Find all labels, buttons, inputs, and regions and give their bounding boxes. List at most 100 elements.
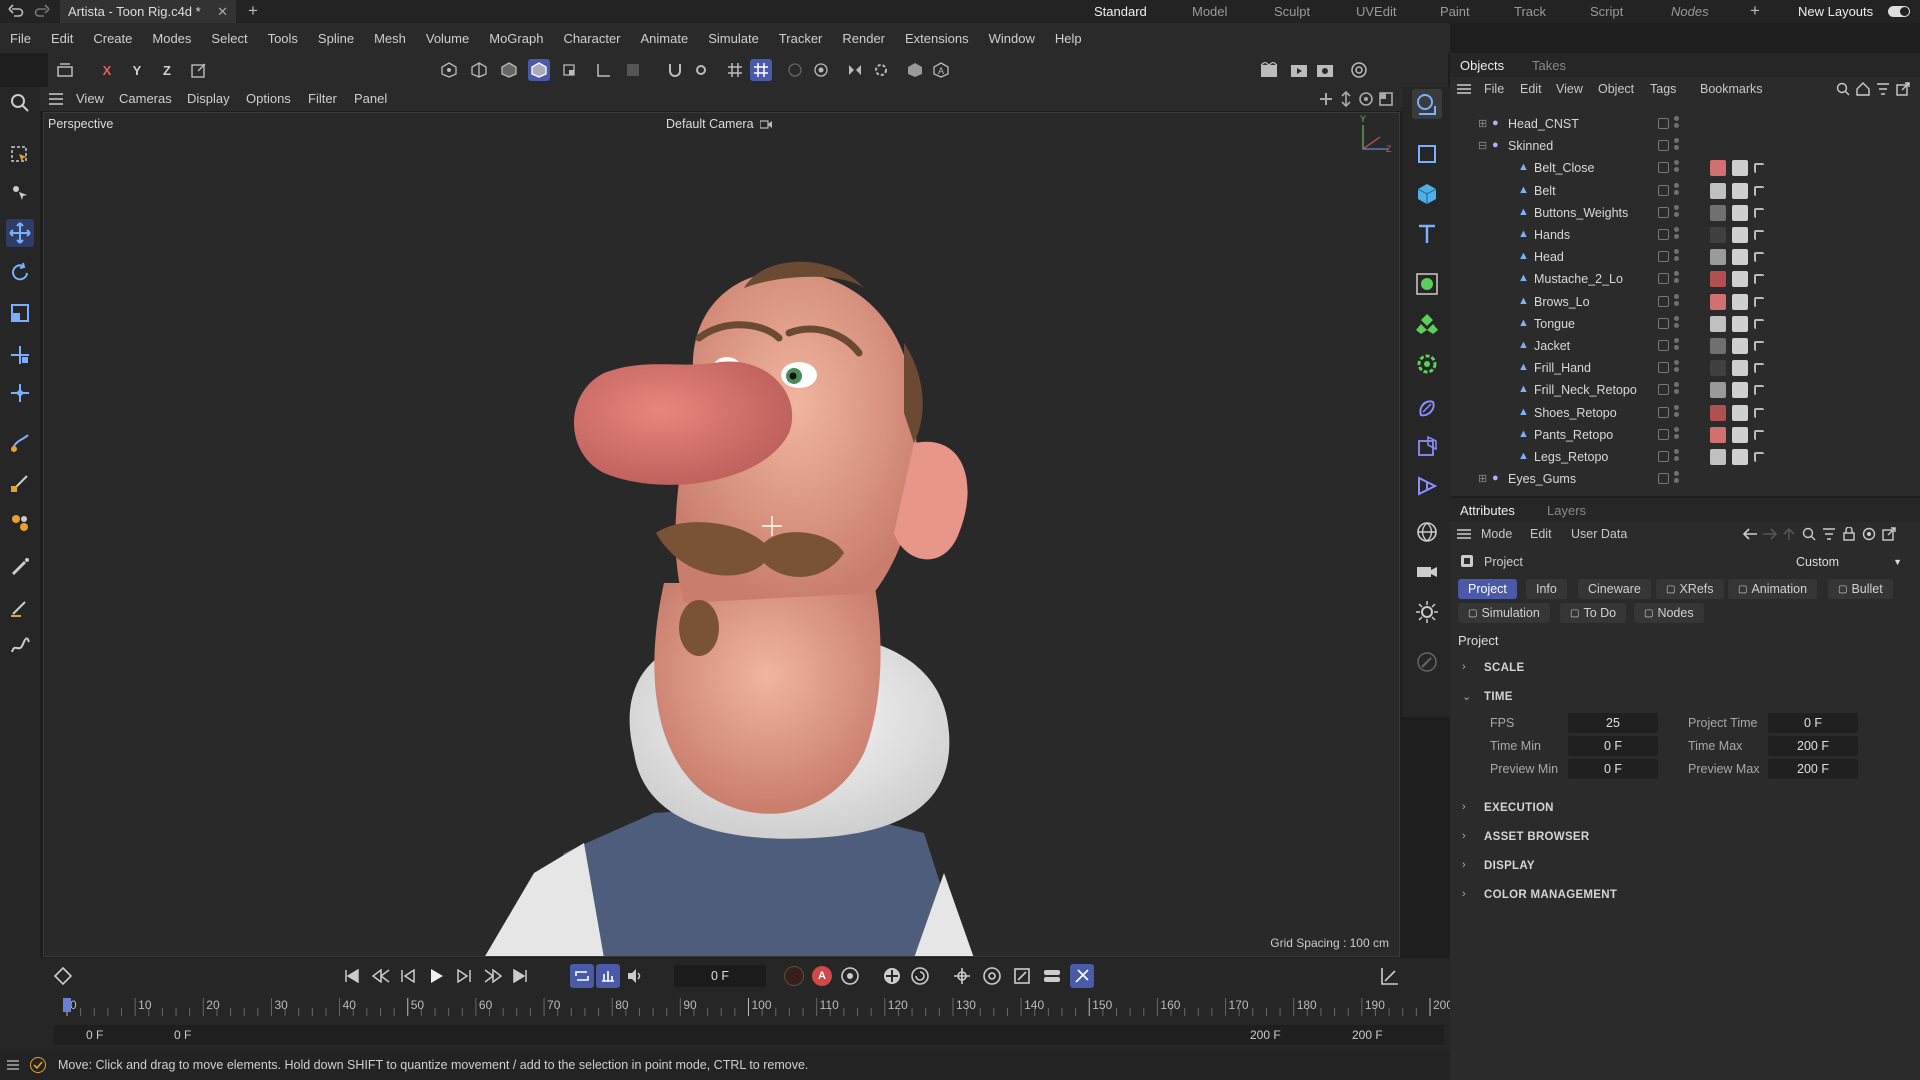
visibility-checkbox[interactable] [1658,229,1669,240]
range-start[interactable]: 0 F [86,1028,103,1042]
material-tag-icon[interactable] [1710,271,1726,288]
preview-max-field[interactable]: 200 F [1768,759,1858,779]
visibility-checkbox[interactable] [1658,162,1669,174]
snap-icon[interactable] [664,59,686,81]
skin-tag-icon[interactable] [1754,185,1764,196]
uv-tag-icon[interactable] [1732,271,1748,288]
go-to-end-icon[interactable] [512,969,540,983]
hamburger-icon[interactable] [48,92,64,106]
viewport-settings-icon[interactable] [810,59,832,81]
tab-objects[interactable]: Objects [1460,58,1504,73]
new-layouts-button[interactable]: New Layouts [1798,4,1873,19]
menu-mograph[interactable]: MoGraph [489,31,543,46]
menu-file[interactable]: File [10,31,31,46]
render-visibility-dots[interactable] [1674,471,1679,487]
render-visibility-dots[interactable] [1674,360,1679,376]
a-tool-icon[interactable]: A [930,59,952,81]
attr-tab-project[interactable]: Project [1458,579,1517,599]
selection-tool-icon[interactable] [6,141,34,169]
layout-uvedit[interactable]: UVEdit [1356,4,1396,19]
lock-icon[interactable] [1842,527,1856,541]
menu-tools[interactable]: Tools [268,31,298,46]
toggle-switch[interactable] [1888,6,1910,17]
scene-object-icon[interactable] [1412,431,1442,461]
object-row[interactable]: ▲ Jacket [1450,335,1920,357]
skin-tag-icon[interactable] [1754,363,1764,374]
volume-object-icon[interactable] [1412,471,1442,501]
material-tag-icon[interactable] [1710,338,1726,354]
menu-edit[interactable]: Edit [51,31,73,46]
knife-tool-icon[interactable] [6,593,34,621]
viewport[interactable]: Perspective Default Camera Y Z Grid Spac… [43,112,1400,957]
visibility-checkbox[interactable] [1658,406,1669,418]
attributes-filter-icon[interactable] [1822,527,1836,541]
undo-view-icon[interactable] [54,59,76,81]
range-end[interactable]: 200 F [1352,1028,1383,1042]
preset-dropdown[interactable]: Custom ▼ [1790,552,1908,572]
visibility-checkbox[interactable] [1658,317,1669,329]
maximize-view-icon[interactable] [1378,91,1394,107]
visibility-checkbox[interactable] [1658,251,1669,263]
layout-model[interactable]: Model [1192,4,1227,19]
record-icon[interactable] [784,966,804,986]
object-row[interactable]: ▲ Legs_Retopo [1450,446,1920,468]
keyframe-diamond-icon[interactable] [54,967,72,985]
render-visibility-dots[interactable] [1674,227,1679,243]
brush-tool-icon[interactable] [6,553,34,581]
points-mode-icon[interactable] [438,59,460,81]
menu-animate[interactable]: Animate [641,31,689,46]
orbit-view-icon[interactable] [1358,91,1374,107]
attr-tab-xrefs[interactable]: ▢ XRefs [1656,579,1724,599]
material-tag-icon[interactable] [1710,360,1726,377]
attributes-menu-edit[interactable]: Edit [1530,527,1552,541]
skin-tag-icon[interactable] [1754,252,1764,263]
paint-tool-icon[interactable] [6,509,34,537]
effector-icon[interactable] [1412,349,1442,379]
new-tab-icon[interactable]: + [248,1,258,21]
go-to-start-icon[interactable] [344,969,372,983]
section-scale[interactable]: › SCALE [1450,658,1920,678]
uv-tag-icon[interactable] [1732,449,1748,465]
layout-script[interactable]: Script [1590,4,1623,19]
up-arrow-icon[interactable] [1782,527,1796,541]
range-bar[interactable]: 0 F 0 F 200 F 200 F [54,1025,1444,1045]
object-row[interactable]: ⊟ ● Skinned [1450,135,1920,157]
layout-sculpt[interactable]: Sculpt [1274,4,1310,19]
skin-tag-icon[interactable] [1754,341,1764,351]
menu-select[interactable]: Select [211,31,247,46]
key-toggle-icon[interactable] [1042,966,1062,986]
camera-rig-icon[interactable] [1412,557,1442,587]
next-key-icon[interactable] [484,969,512,983]
status-menu-icon[interactable] [6,1059,20,1071]
attributes-new-window-icon[interactable] [1882,527,1896,541]
previous-key-icon[interactable] [372,969,400,983]
visibility-checkbox[interactable] [1658,428,1669,440]
visibility-checkbox[interactable] [1658,273,1669,285]
object-row[interactable]: ▲ Head [1450,246,1920,268]
coordinate-system-icon[interactable] [188,59,210,81]
mograph-cloner-icon[interactable] [1412,309,1442,339]
attr-tab-nodes[interactable]: ▢ Nodes [1634,603,1704,623]
objects-new-window-icon[interactable] [1896,82,1910,96]
edges-mode-icon[interactable] [468,59,490,81]
render-settings-icon[interactable] [1314,59,1336,81]
attributes-search-icon[interactable] [1802,527,1816,541]
key-param-icon[interactable] [982,966,1002,986]
render-view-icon[interactable] [1258,59,1280,81]
cube-object-icon[interactable] [1412,179,1442,209]
next-frame-icon[interactable] [456,969,484,983]
axis-z-button[interactable]: Z [156,59,178,81]
objects-menu-file[interactable]: File [1484,82,1504,96]
render-region-icon[interactable] [784,59,806,81]
visibility-checkbox[interactable] [1658,384,1669,396]
collapse-icon[interactable]: ⊟ [1478,139,1487,152]
render-visibility-dots[interactable] [1674,138,1679,154]
uv-mode-icon[interactable] [558,59,580,81]
skin-tag-icon[interactable] [1754,230,1764,240]
axis-mode-icon[interactable] [592,59,614,81]
polygons-mode-icon[interactable] [498,59,520,81]
menu-help[interactable]: Help [1055,31,1082,46]
time-min-field[interactable]: 0 F [1568,736,1658,756]
attr-tab-todo[interactable]: ▢ To Do [1560,603,1627,623]
transform-tool-icon[interactable] [6,341,34,369]
